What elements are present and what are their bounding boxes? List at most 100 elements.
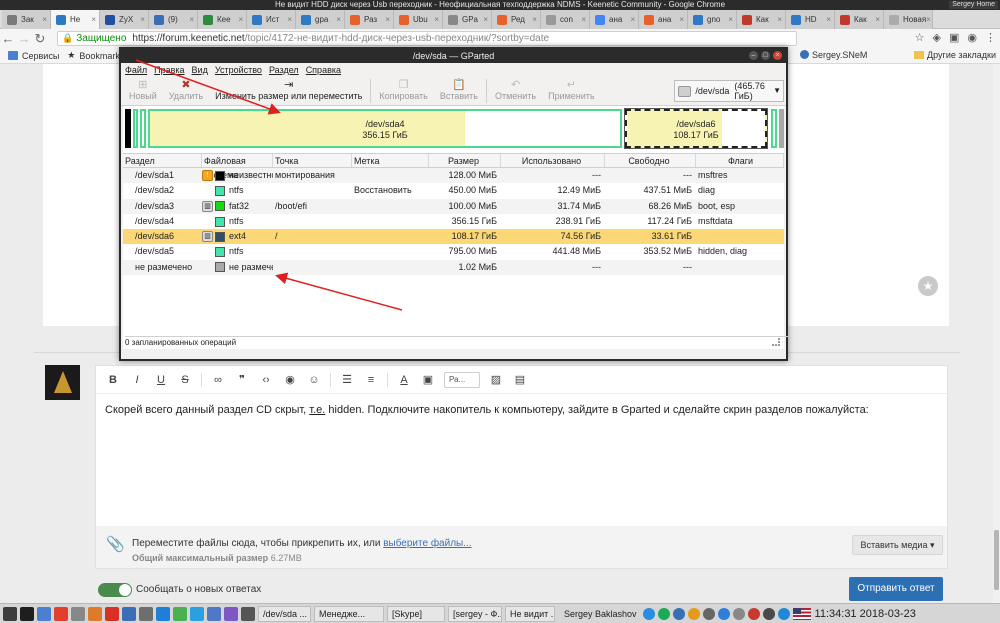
device-selector[interactable]: /dev/sda (465.76 ГиБ) ▼ <box>674 80 784 102</box>
bookmark-bookmarks[interactable]: ★ Bookmarks <box>67 50 124 61</box>
tray-icon[interactable] <box>717 607 730 620</box>
tab[interactable]: Ubu × <box>394 10 443 29</box>
partition-row[interactable]: /dev/sda1! неизвестно 128.00 МиБ --- --- msft… <box>123 168 784 184</box>
tab[interactable]: ана × <box>639 10 688 29</box>
session-user[interactable]: Sergey Baklashov <box>564 609 637 619</box>
launcher-icon[interactable] <box>156 606 170 621</box>
partition-row[interactable]: /dev/sda5 ntfs 795.00 МиБ 441.48 МиБ 353.52 … <box>123 244 784 259</box>
launcher-icon[interactable] <box>207 606 221 621</box>
tab[interactable]: Раз × <box>345 10 394 29</box>
address-bar[interactable]: 🔒 Защищено https://forum.keenetic.net /t… <box>57 31 797 46</box>
attachment-area[interactable]: 📎 Переместите файлы сюда, чтобы прикрепи… <box>95 526 948 569</box>
taskbar-task[interactable]: Не видит ... <box>505 605 555 622</box>
partition-block-unallocated[interactable] <box>779 109 784 148</box>
code-icon[interactable]: ‹› <box>254 374 278 386</box>
avatar[interactable] <box>45 365 80 400</box>
tab-close-icon[interactable]: × <box>238 15 243 24</box>
extension-icon[interactable]: ◈ <box>933 31 941 44</box>
tab[interactable]: con × <box>541 10 590 29</box>
bold-icon[interactable]: B <box>101 374 125 386</box>
tab-close-icon[interactable]: × <box>287 15 292 24</box>
profile-button[interactable]: Sergey Home <box>949 1 998 9</box>
tray-icon[interactable] <box>732 607 745 620</box>
tray-icon[interactable] <box>672 607 685 620</box>
page-scrollbar[interactable] <box>993 64 1000 603</box>
tab-close-icon[interactable]: × <box>630 15 635 24</box>
tab[interactable]: gno × <box>688 10 737 29</box>
numbered-list-icon[interactable]: ≡ <box>359 374 383 386</box>
menu-item[interactable]: Устройство <box>215 65 262 75</box>
tray-icon[interactable] <box>657 607 670 620</box>
partition-row[interactable]: не размечено не размечено 1.02 МиБ --- --- <box>123 259 784 276</box>
menu-item[interactable]: Файл <box>125 65 147 75</box>
menu-item[interactable]: Справка <box>306 65 341 75</box>
tab[interactable]: HD × <box>786 10 835 29</box>
partition-row[interactable]: /dev/sda2 ntfs Восстановить 450.00 МиБ 12.49… <box>123 183 784 198</box>
partition-block-sda6[interactable]: /dev/sda6 108.17 ГиБ <box>624 108 768 149</box>
tool-undo[interactable]: ↶ Отменить <box>489 77 542 101</box>
menu-item[interactable]: Раздел <box>269 65 299 75</box>
launcher-icon[interactable] <box>71 606 85 621</box>
tab[interactable]: Как × <box>835 10 884 29</box>
tab-close-icon[interactable]: × <box>483 15 488 24</box>
send-reply-button[interactable]: Отправить ответ <box>849 577 943 601</box>
tab-close-icon[interactable]: × <box>679 15 684 24</box>
tab[interactable]: Как × <box>737 10 786 29</box>
launcher-icon[interactable] <box>241 606 255 621</box>
launcher-icon[interactable] <box>3 606 17 621</box>
launcher-icon[interactable] <box>54 606 68 621</box>
minimize-icon[interactable]: – <box>749 51 758 60</box>
tray-icon[interactable] <box>747 607 760 620</box>
tab-close-icon[interactable]: × <box>385 15 390 24</box>
taskbar-task[interactable]: /dev/sda ... <box>258 605 311 622</box>
tab-close-icon[interactable]: × <box>728 15 733 24</box>
column-header[interactable]: Использовано <box>501 154 605 167</box>
launcher-icon[interactable] <box>105 606 119 621</box>
tab[interactable]: (9) × <box>149 10 198 29</box>
launcher-icon[interactable] <box>173 606 187 621</box>
tab-close-icon[interactable]: × <box>875 15 880 24</box>
partition-block-sda4[interactable]: /dev/sda4 356.15 ГиБ <box>148 109 622 148</box>
tray-icon[interactable] <box>687 607 700 620</box>
other-bookmarks[interactable]: Другие закладки <box>914 50 996 60</box>
gparted-window[interactable]: /dev/sda — GParted – □ × Файл Правка Вид Ус… <box>119 47 788 361</box>
column-header[interactable]: Файловая система <box>202 154 273 180</box>
italic-icon[interactable]: I <box>125 374 149 386</box>
column-header[interactable]: Метка <box>352 154 429 167</box>
tab-close-icon[interactable]: × <box>189 15 194 24</box>
taskbar-task[interactable]: Менедже... <box>314 605 384 622</box>
partition-row[interactable]: /dev/sda6 ▥ ext4 / 108.17 ГиБ 74.56 ГиБ 33.61 … <box>123 229 784 245</box>
launcher-icon[interactable] <box>139 606 153 621</box>
launcher-icon[interactable] <box>37 606 51 621</box>
column-header[interactable]: Свободно <box>605 154 696 167</box>
bookmark-sergey[interactable]: Sergey.SNeM <box>800 50 867 60</box>
underline-icon[interactable]: U <box>149 374 173 386</box>
tool-copy[interactable]: ❐ Копировать <box>373 77 433 101</box>
tray-icon[interactable] <box>762 607 775 620</box>
menu-item[interactable]: Правка <box>154 65 184 75</box>
tab-close-icon[interactable]: × <box>434 15 439 24</box>
star-icon[interactable]: ★ <box>918 276 938 296</box>
bullet-list-icon[interactable]: ☰ <box>335 373 359 386</box>
column-header[interactable]: Размер <box>429 154 501 167</box>
tab-close-icon[interactable]: × <box>926 15 931 24</box>
extension-icon[interactable]: ◉ <box>967 31 977 44</box>
tab-close-icon[interactable]: × <box>532 15 537 24</box>
extension-icon[interactable]: ▣ <box>949 31 959 44</box>
tab[interactable]: ана × <box>590 10 639 29</box>
tool-new[interactable]: ⊞ Новый <box>123 77 163 101</box>
gparted-title-bar[interactable]: /dev/sda — GParted – □ × <box>121 49 786 63</box>
tray-icon[interactable] <box>702 607 715 620</box>
tab-close-icon[interactable]: × <box>336 15 341 24</box>
close-icon[interactable]: × <box>773 51 782 60</box>
bookmark-services[interactable]: Сервисы <box>8 51 59 61</box>
tab[interactable]: GPa × <box>443 10 492 29</box>
preview-icon[interactable]: ▤ <box>508 373 532 386</box>
reload-icon[interactable]: ↻ <box>32 31 48 47</box>
quote-icon[interactable]: ❞ <box>230 373 254 386</box>
text-color-icon[interactable]: A <box>392 374 416 386</box>
insert-media-button[interactable]: Вставить медиа ▾ <box>852 535 943 555</box>
tab-close-icon[interactable]: × <box>826 15 831 24</box>
choose-files-link[interactable]: выберите файлы... <box>383 538 471 549</box>
maximize-icon[interactable]: □ <box>761 51 770 60</box>
